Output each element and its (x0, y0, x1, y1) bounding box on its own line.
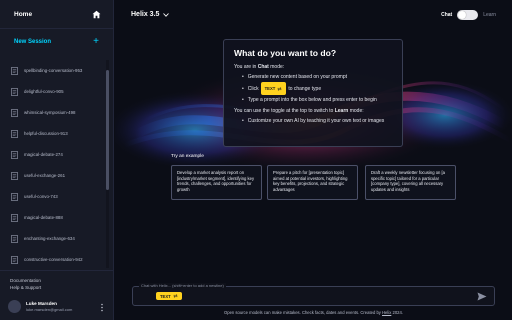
mode-description: You are in Chat mode: (234, 64, 285, 70)
document-icon (11, 213, 18, 222)
instruction-item: Click TEXT to change type (242, 82, 392, 95)
document-icon (11, 192, 18, 201)
session-item[interactable]: delightful-convo-905 (0, 81, 108, 102)
session-item[interactable]: enchanting-exchange-634 (0, 228, 108, 249)
document-icon (11, 255, 18, 264)
mode-chat-label[interactable]: Chat (441, 12, 452, 18)
send-icon[interactable] (477, 292, 487, 301)
sidebar-header: Home (0, 0, 113, 29)
document-icon (11, 66, 18, 75)
instruction-item: Type a prompt into the box below and pre… (242, 95, 392, 105)
session-label: useful-exchange-261 (24, 173, 66, 178)
session-label: enchanting-exchange-634 (24, 236, 75, 241)
avatar[interactable] (8, 300, 21, 313)
instruction-item: Generate new content based on your promp… (242, 72, 392, 82)
document-icon (11, 108, 18, 117)
disclaimer: Open source models can make mistakes. Ch… (223, 310, 403, 315)
document-icon (11, 150, 18, 159)
sidebar: Home New Session + spellbinding-conversa… (0, 0, 114, 320)
model-name: Helix 3.5 (131, 11, 160, 18)
type-chip[interactable]: TEXT (260, 82, 287, 95)
session-label: helpful-discussion-913 (24, 131, 68, 136)
document-icon (11, 171, 18, 180)
mode-learn-label[interactable]: Learn (483, 12, 496, 18)
session-item[interactable]: magical-debate-888 (0, 207, 108, 228)
chat-input[interactable]: Chat with Helix... (shift+enter to add a… (132, 283, 495, 306)
chevron-down-icon (163, 12, 170, 17)
examples-label: Try an example (171, 154, 204, 159)
session-label: constructive-conversation-942 (24, 257, 83, 262)
session-label: whimsical-symposium-498 (24, 110, 76, 115)
learn-description: You can use the toggle at the top to swi… (234, 108, 364, 114)
session-label: magical-debate-274 (24, 152, 63, 157)
chat-instructions: Generate new content based on your promp… (242, 72, 392, 105)
panel-title: What do you want to do? (234, 48, 337, 58)
main-area: Helix 3.5 Chat Learn What do you want to… (115, 0, 512, 320)
mode-switch[interactable] (457, 9, 479, 20)
sidebar-footer: Documentation Help & Support Luke Marsde… (0, 270, 114, 320)
session-item[interactable]: constructive-conversation-942 (0, 249, 108, 268)
sidebar-scroll-thumb[interactable] (106, 70, 109, 190)
home-icon[interactable] (92, 10, 101, 19)
new-session-label: New Session (14, 39, 52, 45)
example-card[interactable]: Draft a weekly newsletter focusing on [a… (365, 165, 456, 200)
learn-instructions: Customize your own AI by teaching it you… (242, 116, 392, 126)
plus-icon: + (93, 36, 99, 47)
mode-toggle: Chat Learn (441, 9, 496, 20)
session-item[interactable]: helpful-discussion-913 (0, 123, 108, 144)
instructions-panel: What do you want to do? You are in Chat … (223, 39, 403, 147)
user-profile[interactable]: Luke Marsden luke.marsden@gmail.com (8, 300, 108, 313)
example-card[interactable]: Develop a market analysis report on [ind… (171, 165, 262, 200)
document-icon (11, 129, 18, 138)
session-item[interactable]: useful-convo-743 (0, 186, 108, 207)
session-label: delightful-convo-905 (24, 89, 64, 94)
swap-icon (277, 86, 282, 91)
user-name: Luke Marsden (26, 301, 57, 306)
documentation-link[interactable]: Documentation (10, 277, 104, 284)
mode-switch-knob (458, 10, 467, 19)
sidebar-title[interactable]: Home (14, 11, 32, 18)
document-icon (11, 87, 18, 96)
user-email: luke.marsden@gmail.com (26, 307, 73, 312)
input-type-chip[interactable]: TEXT (156, 292, 182, 300)
model-selector[interactable]: Helix 3.5 (131, 11, 170, 18)
help-support-link[interactable]: Help & Support (10, 284, 104, 291)
helix-link[interactable]: Helix (382, 310, 391, 315)
instruction-item: Customize your own AI by teaching it you… (242, 116, 392, 126)
more-vertical-icon[interactable] (100, 303, 104, 312)
example-card[interactable]: Prepare a pitch for [presentation topic]… (267, 165, 358, 200)
session-label: useful-convo-743 (24, 194, 58, 199)
input-placeholder: Chat with Helix... (shift+enter to add a… (139, 283, 226, 288)
session-item[interactable]: magical-debate-274 (0, 144, 108, 165)
session-list: spellbinding-conversation-953 delightful… (0, 60, 108, 268)
session-label: spellbinding-conversation-953 (24, 68, 83, 73)
session-item[interactable]: useful-exchange-261 (0, 165, 108, 186)
session-item[interactable]: whimsical-symposium-498 (0, 102, 108, 123)
session-label: magical-debate-888 (24, 215, 63, 220)
top-bar: Helix 3.5 Chat Learn (115, 0, 512, 29)
swap-icon (173, 294, 178, 298)
document-icon (11, 234, 18, 243)
sidebar-scrollbar[interactable] (106, 60, 109, 268)
session-item[interactable]: spellbinding-conversation-953 (0, 60, 108, 81)
new-session-button[interactable]: New Session + (0, 29, 113, 55)
